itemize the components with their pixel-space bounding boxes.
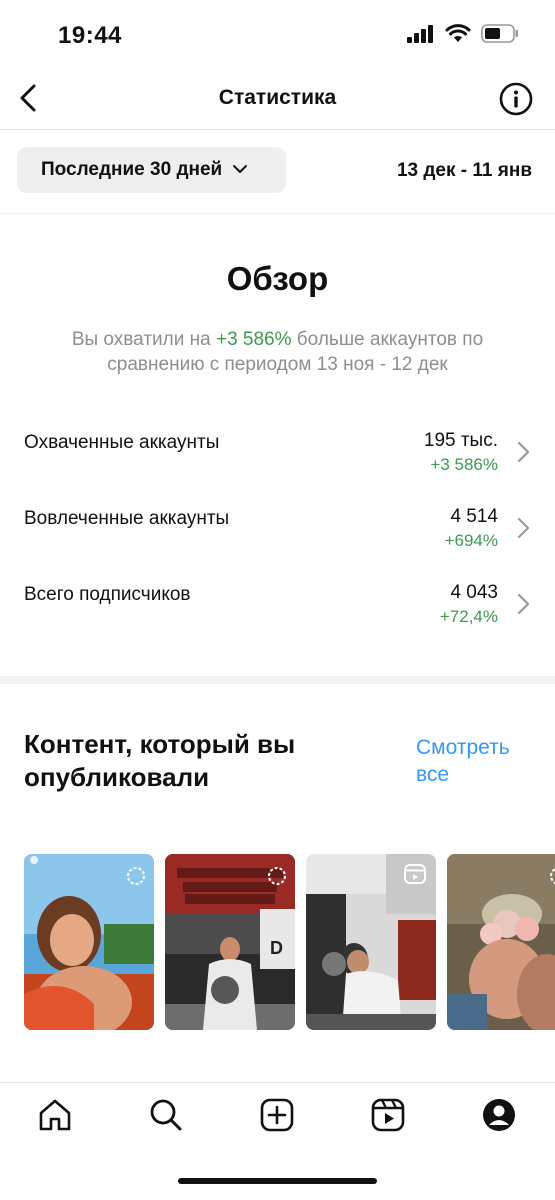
content-thumbnails: D (24, 854, 555, 1030)
reels-icon (370, 1097, 406, 1138)
signal-icon (407, 24, 435, 48)
overview-title: Обзор (226, 260, 329, 297)
home-indicator (178, 1178, 377, 1184)
status-time: 19:44 (58, 22, 122, 49)
info-icon (499, 82, 533, 120)
tab-reels[interactable] (368, 1097, 408, 1137)
metric-change: +72,4% (439, 607, 498, 626)
chevron-down-icon (232, 161, 248, 179)
metric-value: 195 тыс. (423, 430, 498, 451)
chevron-right-icon (515, 592, 531, 616)
content-thumbnail[interactable] (447, 854, 555, 1030)
chevron-right-icon (515, 440, 531, 464)
page-title: Статистика (218, 86, 337, 109)
metric-label: Всего подписчиков (24, 584, 191, 605)
metric-row-engaged[interactable]: Вовлеченные аккаунты 4 514 +694% (0, 506, 555, 570)
tab-home[interactable] (35, 1097, 75, 1137)
overview-desc-prefix: Вы охватили на (71, 329, 211, 350)
overview-description: Вы охватили на +3 586% больше аккаунтов … (40, 327, 515, 377)
content-thumbnail[interactable] (24, 854, 154, 1030)
date-range-selector-label: Последние 30 дней (41, 159, 223, 180)
metric-value: 4 514 (450, 506, 498, 527)
section-divider (0, 676, 555, 684)
tab-new-post[interactable] (257, 1097, 297, 1137)
tab-search[interactable] (146, 1097, 186, 1137)
info-button[interactable] (499, 82, 533, 116)
battery-icon (481, 24, 519, 48)
metric-row-reach[interactable]: Охваченные аккаунты 195 тыс. +3 586% (0, 430, 555, 494)
profile-icon (481, 1097, 517, 1138)
chevron-right-icon (515, 516, 531, 540)
metric-label: Охваченные аккаунты (24, 432, 220, 453)
metric-row-followers[interactable]: Всего подписчиков 4 043 +72,4% (0, 582, 555, 646)
status-icons (407, 24, 519, 48)
metric-change: +694% (444, 531, 498, 550)
reels-badge-icon (404, 864, 426, 884)
metric-change: +3 586% (430, 455, 498, 474)
nav-header: Статистика (0, 72, 555, 130)
see-all-link[interactable]: Смотреть все (416, 734, 536, 788)
content-section-title: Контент, который вы опубликовали (24, 729, 296, 792)
new-post-icon (259, 1097, 295, 1138)
svg-text:D: D (270, 938, 283, 958)
date-range-dates: 13 дек - 11 янв (396, 160, 532, 181)
content-thumbnail[interactable]: D (165, 854, 295, 1030)
search-icon (148, 1097, 184, 1138)
status-bar: 19:44 (0, 0, 555, 72)
date-range-selector[interactable]: Последние 30 дней (17, 147, 286, 193)
wifi-icon (445, 24, 471, 48)
content-thumbnail[interactable] (306, 854, 436, 1030)
overview-desc-highlight: +3 586% (215, 329, 292, 350)
metric-value: 4 043 (450, 582, 498, 603)
home-icon (37, 1097, 73, 1138)
metric-label: Вовлеченные аккаунты (24, 508, 230, 529)
date-range-row: Последние 30 дней 13 дек - 11 янв (0, 130, 555, 214)
tab-profile[interactable] (479, 1097, 519, 1137)
